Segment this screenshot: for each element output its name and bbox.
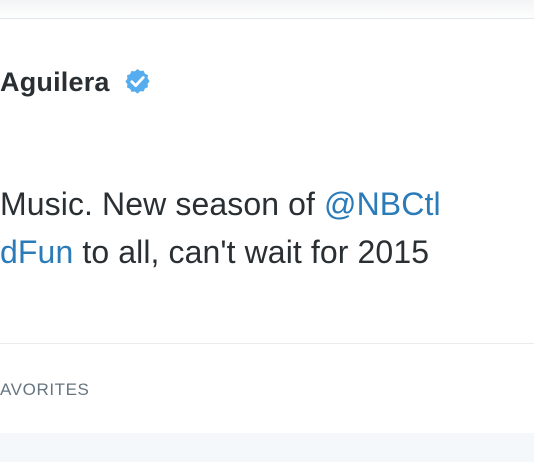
- tweet-text-segment: Music. New season of: [0, 186, 325, 222]
- mention-link[interactable]: @NBCtl: [324, 186, 441, 222]
- tweet-header: Aguilera: [0, 62, 153, 102]
- favorites-stat-label[interactable]: AVORITES: [0, 380, 90, 400]
- timeline-background: [0, 0, 534, 20]
- tweet-screenshot: Aguilera Music. New season of @NBCtl dFu…: [0, 0, 534, 462]
- hashtag-link[interactable]: dFun: [0, 234, 73, 270]
- tweet-text: Music. New season of @NBCtl dFun to all,…: [0, 180, 534, 276]
- stats-divider: [0, 343, 534, 344]
- verified-badge-icon: [122, 67, 153, 98]
- tweet-text-line-2: dFun to all, can't wait for 2015: [0, 228, 534, 276]
- timeline-background-bottom: [0, 433, 534, 462]
- tweet-text-line-1: Music. New season of @NBCtl: [0, 180, 534, 228]
- tweet-text-segment: to all, can't wait for 2015: [73, 234, 430, 270]
- display-name[interactable]: Aguilera: [0, 67, 110, 98]
